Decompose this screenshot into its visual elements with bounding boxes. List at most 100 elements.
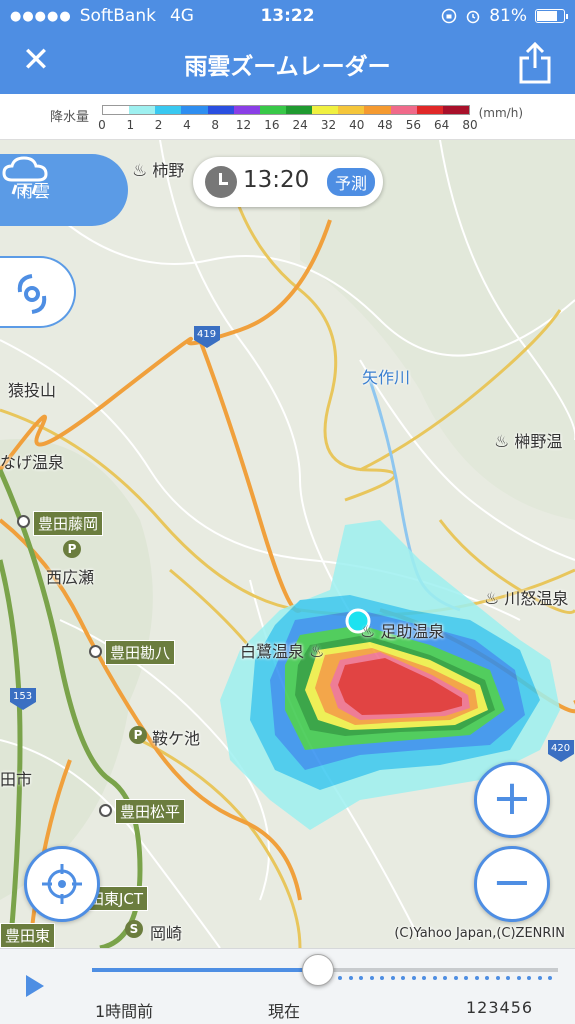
timeline-dot bbox=[422, 976, 426, 980]
timeline-dot bbox=[380, 976, 384, 980]
share-icon[interactable] bbox=[515, 40, 555, 86]
legend-swatch bbox=[390, 106, 417, 114]
legend-tick: 24 bbox=[292, 118, 308, 132]
legend-tick: 56 bbox=[405, 118, 422, 132]
legend-tick: 12 bbox=[235, 118, 252, 132]
route-420-label: 420 bbox=[551, 743, 571, 754]
place-label-ashisuke: 足助温泉 bbox=[380, 622, 445, 641]
map-copyright: (C)Yahoo Japan,(C)ZENRIN bbox=[394, 926, 565, 941]
forecast-badge: 予測 bbox=[326, 168, 375, 196]
sign-toyota-higashi: 豊田東 bbox=[0, 923, 56, 948]
hot-spring-icon: ♨ bbox=[494, 432, 510, 452]
hot-spring-icon: ♨ bbox=[484, 589, 500, 609]
radar-map[interactable]: 419 153 420 ♨ 柿野 猿投山 矢作川 ♨ 榊野温 なげ温泉 ♨ 川怒… bbox=[0, 140, 575, 948]
legend-ticks: 0 1 2 4 8 12 16 24 32 40 48 56 64 80 bbox=[94, 118, 478, 134]
place-label-sakakino: 榊野温 bbox=[514, 432, 563, 451]
legend-swatch bbox=[155, 106, 182, 114]
play-icon[interactable] bbox=[26, 975, 44, 997]
sign-toyota-matsudaira: 豊田松平 bbox=[115, 799, 186, 824]
timeline-dot bbox=[474, 976, 479, 980]
legend-swatch bbox=[338, 106, 365, 114]
rain-layer-button[interactable]: 雨雲 bbox=[0, 154, 128, 226]
zoom-out-button[interactable]: − bbox=[474, 846, 550, 922]
timeline-label-now: 現在 bbox=[268, 1002, 301, 1021]
hot-spring-icon: ♨ bbox=[309, 642, 325, 662]
place-label-kawaguri: 川怒温泉 bbox=[504, 589, 569, 608]
station-marker bbox=[99, 804, 112, 817]
legend-tick: 8 bbox=[211, 118, 220, 132]
place-label-kakinoe: 柿野 bbox=[152, 161, 185, 180]
station-marker bbox=[17, 515, 30, 528]
legend-tick: 1 bbox=[126, 118, 135, 132]
timeline-dot bbox=[506, 976, 510, 980]
legend-title: 降水量 bbox=[50, 110, 90, 125]
orientation-lock-icon bbox=[441, 8, 457, 24]
timeline-dot bbox=[401, 976, 405, 980]
legend-swatch bbox=[364, 106, 391, 114]
service-area-icon: S bbox=[125, 920, 143, 938]
hot-spring-icon: ♨ bbox=[132, 161, 148, 181]
hot-spring-icon: ♨ bbox=[360, 622, 376, 642]
timeline-dot bbox=[527, 976, 531, 980]
legend-tick: 64 bbox=[434, 118, 450, 132]
place-label-saruage: 猿投山 bbox=[8, 381, 57, 400]
timeline-dot bbox=[516, 976, 521, 980]
zoom-in-button[interactable]: + bbox=[474, 762, 550, 838]
timeline-dot bbox=[453, 976, 458, 980]
alarm-icon bbox=[466, 10, 480, 24]
timeline-dot bbox=[443, 976, 447, 980]
legend-tick: 32 bbox=[320, 118, 337, 132]
legend-swatch bbox=[416, 106, 443, 114]
place-label-kuragaike: 鞍ケ池 bbox=[152, 729, 201, 748]
nav-bar: ✕ 雨雲ズームレーダー bbox=[0, 34, 575, 94]
timeline-dot bbox=[548, 976, 552, 980]
legend-tick: 48 bbox=[377, 118, 393, 132]
route-153-label: 153 bbox=[13, 691, 33, 702]
time-indicator[interactable]: 13:20 予測 bbox=[193, 157, 383, 207]
legend-tick: 40 bbox=[349, 118, 365, 132]
place-label: ♨ 川怒温泉 bbox=[484, 585, 568, 609]
timeline-dot bbox=[432, 976, 437, 980]
timeline-bar: 1時間前 現在 123456 bbox=[0, 948, 575, 1024]
parking-icon: P bbox=[129, 726, 147, 744]
legend-swatch bbox=[233, 106, 260, 114]
place-label: ♨ 柿野 bbox=[132, 157, 184, 181]
legend-swatch bbox=[181, 106, 208, 114]
place-label-shirasagi: 白鷺温泉 bbox=[240, 642, 305, 661]
place-label-nage: なげ温泉 bbox=[0, 453, 65, 472]
typhoon-layer-button[interactable] bbox=[0, 256, 76, 328]
battery-percent: 81% bbox=[489, 6, 527, 26]
timeline-dot bbox=[485, 976, 489, 980]
timeline-dot bbox=[411, 976, 416, 980]
legend-tick: 0 bbox=[98, 118, 106, 132]
timeline-progress bbox=[92, 968, 318, 972]
timeline-dot bbox=[537, 976, 542, 980]
crosshair-icon bbox=[42, 864, 82, 904]
parking-icon: P bbox=[63, 540, 81, 558]
timeline-slider[interactable] bbox=[92, 954, 558, 986]
timeline-label-past: 1時間前 bbox=[95, 1002, 154, 1021]
timeline-label-hours: 123456 bbox=[466, 998, 534, 1017]
legend-swatch bbox=[442, 106, 469, 114]
legend-swatch bbox=[207, 106, 234, 114]
sign-toyota-fujioka: 豊田藤岡 bbox=[33, 511, 104, 536]
legend-tick: 80 bbox=[462, 118, 478, 132]
legend-color-scale bbox=[102, 105, 470, 115]
legend-swatch bbox=[103, 106, 130, 114]
timeline-dot bbox=[338, 976, 342, 980]
timeline-dot bbox=[359, 976, 363, 980]
legend-swatch bbox=[129, 106, 156, 114]
legend-swatch bbox=[259, 106, 286, 114]
timeline-dot bbox=[348, 976, 353, 980]
status-bar: ●●●●● SoftBank 4G 13:22 81% bbox=[0, 0, 575, 34]
timeline-knob[interactable] bbox=[302, 954, 334, 986]
typhoon-icon bbox=[17, 274, 47, 314]
legend-tick: 4 bbox=[183, 118, 191, 132]
route-419-label: 419 bbox=[197, 329, 217, 340]
station-marker bbox=[89, 645, 102, 658]
river-label-yahagi: 矢作川 bbox=[362, 368, 411, 387]
current-location-button[interactable] bbox=[24, 846, 100, 922]
page-title: 雨雲ズームレーダー bbox=[184, 54, 391, 80]
place-label-nishihirose: 西広瀬 bbox=[46, 568, 95, 587]
status-right: 81% bbox=[441, 6, 568, 26]
